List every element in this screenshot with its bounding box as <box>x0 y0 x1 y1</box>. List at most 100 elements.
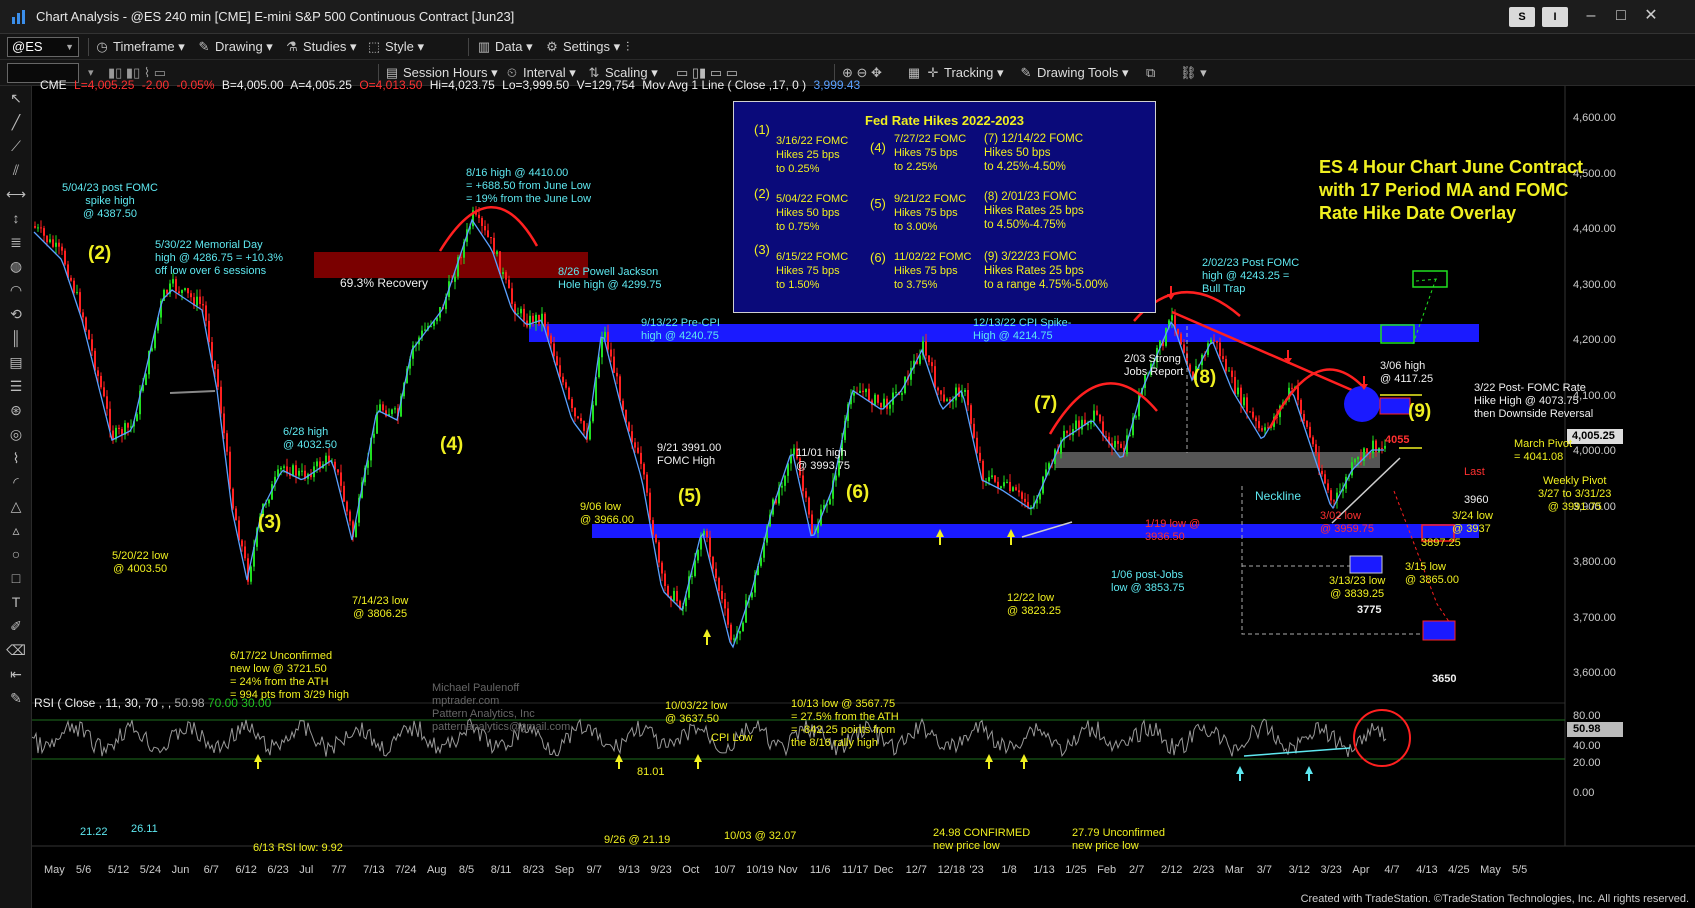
arc-icon[interactable]: ◠ <box>6 280 26 300</box>
highlight-icon[interactable]: ✐ <box>6 616 26 636</box>
time-tick-label: 8/11 <box>490 864 512 876</box>
cycle-icon[interactable]: ◎ <box>6 424 26 444</box>
ma-value: 3,999.43 <box>813 78 861 92</box>
annotation: 3960 <box>1464 494 1489 506</box>
levels-icon[interactable]: ☰ <box>6 376 26 396</box>
time-tick-label: 6/23 <box>267 864 289 876</box>
interval-link-button[interactable]: I <box>1542 7 1568 27</box>
minimize-icon[interactable]: – <box>1576 4 1606 28</box>
symbol-input[interactable]: @ES ▼ <box>7 37 79 57</box>
trendline-icon[interactable]: ╱ <box>6 112 26 132</box>
pointer-icon[interactable]: ↖ <box>6 88 26 108</box>
target-label: 3650 <box>1432 673 1457 685</box>
last-price-tag: 4,005.25 <box>1572 430 1615 442</box>
style-label: Style <box>385 39 414 54</box>
fed-item-text: 7/27/22 FOMC Hikes 75 bps to 2.25% <box>894 133 967 173</box>
drawing-menu[interactable]: ✎ Drawing ▾ <box>196 38 273 56</box>
wave-label: (4) <box>440 434 464 455</box>
maximize-icon[interactable]: □ <box>1606 4 1636 28</box>
data-menu[interactable]: ▥ Data ▾ <box>476 38 533 56</box>
regression-icon[interactable]: ⌇ <box>6 448 26 468</box>
timeframe-menu[interactable]: ◷ Timeframe ▾ <box>94 38 184 56</box>
time-tick-label: 4/13 <box>1416 864 1438 876</box>
time-tick-label: Sep <box>554 864 575 876</box>
fed-item-text: (8) 2/01/23 FOMC Hikes Rates 25 bps to 4… <box>984 191 1084 231</box>
annotation: 5/30/22 Memorial Day high @ 4286.75 = +1… <box>155 239 283 277</box>
rsi-annotation: 26.11 <box>131 823 158 835</box>
alert-icon[interactable]: △ <box>6 496 26 516</box>
settings-menu[interactable]: ⚙ Settings ▾ <box>544 38 620 56</box>
tracking-label: Tracking <box>944 65 994 80</box>
crosshair-icon: ✛ <box>927 65 939 80</box>
pencil-icon: ✎ <box>198 39 210 54</box>
time-tick-label: Apr <box>1352 864 1370 876</box>
high-price: Hi=4,023.75 <box>429 78 495 92</box>
wave-label: (6) <box>846 482 870 503</box>
draw-mode-icon[interactable]: ✎ <box>6 688 26 708</box>
speed-line-icon[interactable]: ⟲ <box>6 304 26 324</box>
grid-tool-icon[interactable]: ▤ <box>6 352 26 372</box>
studies-menu[interactable]: ⚗ Studies ▾ <box>284 38 356 56</box>
time-tick-label: 2/12 <box>1160 864 1183 876</box>
chart-headline: ES 4 Hour Chart June Contract with 17 Pe… <box>1319 157 1584 223</box>
arc-tool-icon[interactable]: ◜ <box>6 472 26 492</box>
target-label: 4055 <box>1385 434 1410 446</box>
annotation: March Pivot = 4041.08 <box>1514 438 1573 463</box>
toolbar-options-icon[interactable]: ⫶ <box>626 38 629 56</box>
channel-icon[interactable]: ⫽ <box>6 160 26 180</box>
price-tick-label: 4,200.00 <box>1573 334 1616 346</box>
close-icon[interactable]: ✕ <box>1636 4 1666 28</box>
rsi-annotation: 10/03 @ 32.07 <box>724 830 797 842</box>
triangle-icon[interactable]: ▵ <box>6 520 26 540</box>
delete-icon[interactable]: ⇤ <box>6 664 26 684</box>
bars-icon[interactable]: ║ <box>6 328 26 348</box>
wave-label: (5) <box>678 486 702 507</box>
wave-label: (2) <box>88 243 112 264</box>
time-tick-label: 4/25 <box>1448 864 1470 876</box>
gear-icon: ⚙ <box>546 39 558 54</box>
rsi-tick-label: 40.00 <box>1573 740 1601 752</box>
flask-icon: ⚗ <box>286 39 298 54</box>
time-tick-label: Aug <box>426 864 447 876</box>
annotation: 9/13/22 Pre-CPI high @ 4240.75 <box>641 317 720 342</box>
horizontal-line-icon[interactable]: ⟷ <box>6 184 26 204</box>
new-window-icon[interactable]: ⧉ <box>1146 64 1155 82</box>
time-tick-label: 3/12 <box>1288 864 1311 876</box>
symbol-link-button[interactable]: S <box>1509 7 1535 27</box>
vertical-line-icon[interactable]: ↕ <box>6 208 26 228</box>
target-label: 3775 <box>1357 604 1382 616</box>
time-tick-label: 5/6 <box>75 864 92 876</box>
style-menu[interactable]: ⬚ Style ▾ <box>366 38 424 56</box>
rectangle-icon[interactable]: □ <box>6 568 26 588</box>
recovery-band <box>314 252 588 278</box>
gann-icon[interactable]: ◍ <box>6 256 26 276</box>
ellipse-icon[interactable]: ○ <box>6 544 26 564</box>
symbol-value: @ES <box>12 39 43 54</box>
time-tick-label: 10/19 <box>746 864 774 876</box>
annotation: Neckline <box>1255 489 1302 503</box>
ray-icon[interactable]: ⟋ <box>6 136 26 156</box>
fed-item-number: (6) <box>870 250 886 265</box>
text-icon[interactable]: T <box>6 592 26 612</box>
wave-label: (9) <box>1408 401 1432 422</box>
last-price: L=4,005.25 <box>74 78 135 92</box>
pencil-icon: ✎ <box>1020 65 1032 80</box>
annotation: 3/22 Post- FOMC Rate Hike High @ 4073.75… <box>1474 382 1594 420</box>
fed-item-number: (1) <box>754 122 770 137</box>
eraser-icon[interactable]: ⌫ <box>6 640 26 660</box>
tracking-menu[interactable]: ▦ ✛ Tracking ▾ <box>906 64 1004 82</box>
fib-fan-icon[interactable]: ⊛ <box>6 400 26 420</box>
rsi-params: RSI ( Close , 11, 30, 70 , , <box>34 696 172 710</box>
annotation: 6/28 high @ 4032.50 <box>283 426 337 451</box>
annotation: 1/06 post-Jobs low @ 3853.75 <box>1111 569 1185 594</box>
fib-icon[interactable]: ≣ <box>6 232 26 252</box>
annotation: 2/02/23 Post FOMC high @ 4243.25 = Bull … <box>1202 257 1300 295</box>
annotation: 10/03/22 low @ 3637.50 <box>665 700 728 725</box>
time-tick-label: 9/7 <box>586 864 602 876</box>
time-tick-label: 3/23 <box>1320 864 1342 876</box>
link-icon[interactable]: ⛓ ▾ <box>1180 64 1207 82</box>
drawing-tools-menu[interactable]: ✎ Drawing Tools ▾ <box>1018 64 1129 82</box>
time-tick-label: Jul <box>299 864 314 876</box>
time-tick-label: 6/7 <box>203 864 219 876</box>
fed-item-number: (3) <box>754 242 770 257</box>
